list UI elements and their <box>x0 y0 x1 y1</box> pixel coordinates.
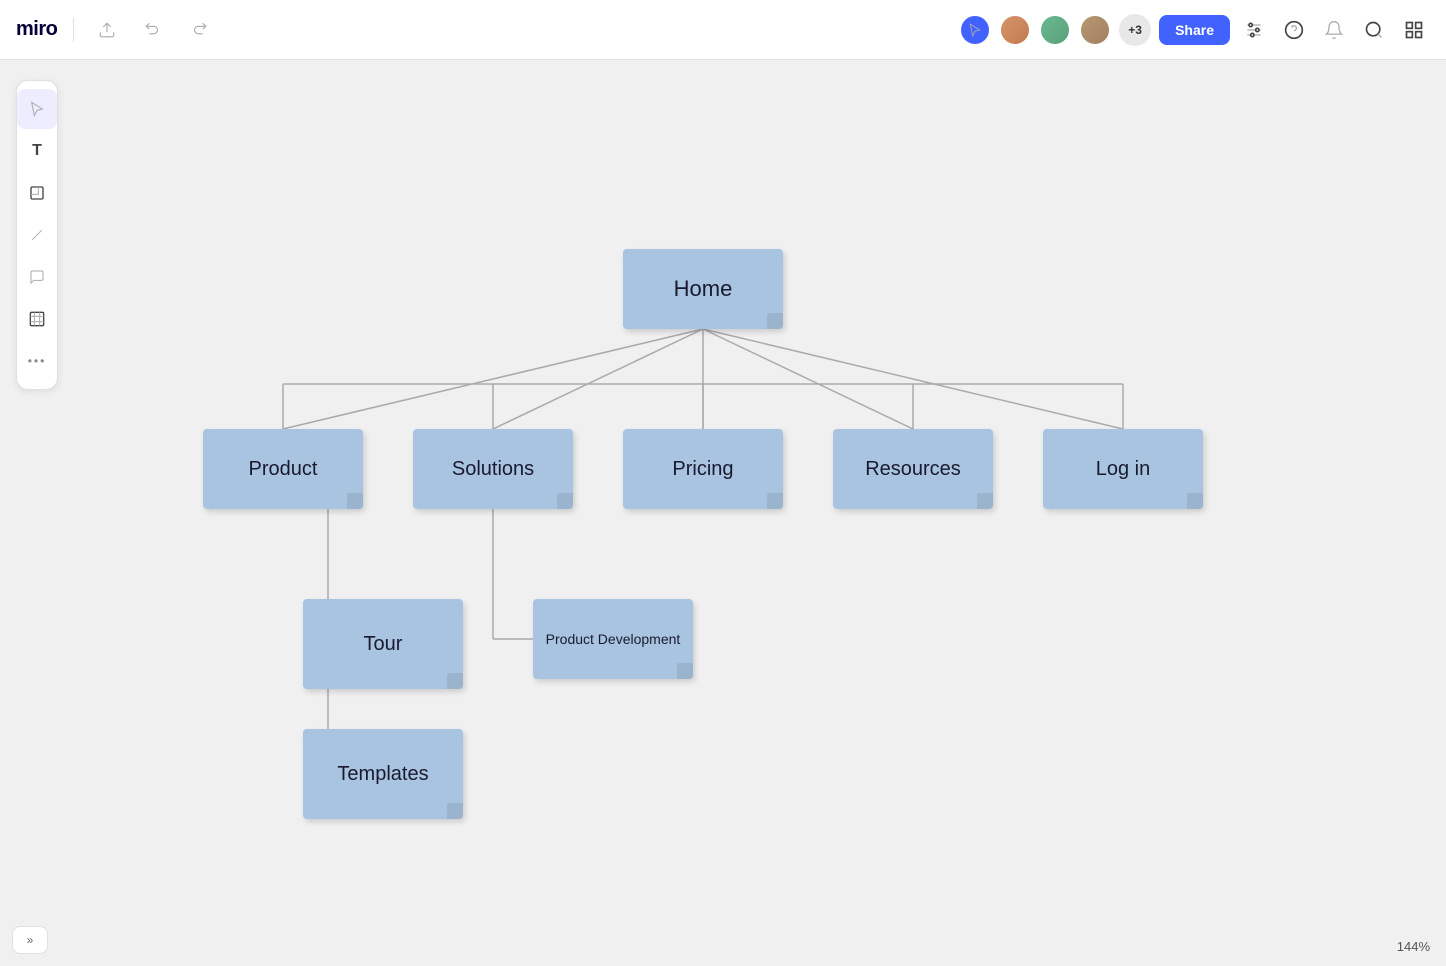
avatar-3 <box>1079 14 1111 46</box>
sticky-note-tool[interactable] <box>17 173 57 213</box>
node-solutions[interactable]: Solutions <box>413 429 573 509</box>
node-login[interactable]: Log in <box>1043 429 1203 509</box>
share-button[interactable]: Share <box>1159 15 1230 45</box>
node-home[interactable]: Home <box>623 249 783 329</box>
text-tool[interactable]: T <box>17 131 57 171</box>
search-button[interactable] <box>1358 14 1390 46</box>
node-resources[interactable]: Resources <box>833 429 993 509</box>
avatar-count: +3 <box>1119 14 1151 46</box>
avatar-1 <box>999 14 1031 46</box>
node-product-dev[interactable]: Product Development <box>533 599 693 679</box>
canvas[interactable]: Home Product Solutions Pricing Resources… <box>0 60 1446 966</box>
topbar-left: miro <box>16 15 216 45</box>
diagram: Home Product Solutions Pricing Resources… <box>173 219 1273 919</box>
topbar-right: +3 Share <box>959 14 1430 46</box>
comment-tool[interactable] <box>17 257 57 297</box>
expand-panel-button[interactable]: » <box>12 926 48 954</box>
miro-logo: miro <box>16 18 57 41</box>
settings-button[interactable] <box>1238 14 1270 46</box>
line-tool[interactable] <box>17 215 57 255</box>
frame-tool[interactable] <box>17 299 57 339</box>
expand-icon: » <box>27 933 34 947</box>
left-toolbar: T ••• <box>16 80 58 390</box>
node-templates[interactable]: Templates <box>303 729 463 819</box>
select-tool[interactable] <box>17 89 57 129</box>
avatar-cursor <box>959 14 991 46</box>
board-button[interactable] <box>1398 14 1430 46</box>
node-tour[interactable]: Tour <box>303 599 463 689</box>
undo-button[interactable] <box>136 15 170 45</box>
help-button[interactable] <box>1278 14 1310 46</box>
node-product[interactable]: Product <box>203 429 363 509</box>
divider <box>73 18 74 42</box>
upload-button[interactable] <box>90 15 124 45</box>
zoom-indicator: 144% <box>1397 939 1430 954</box>
avatar-2 <box>1039 14 1071 46</box>
more-tool[interactable]: ••• <box>17 341 57 381</box>
node-pricing[interactable]: Pricing <box>623 429 783 509</box>
notifications-button[interactable] <box>1318 14 1350 46</box>
topbar: miro +3 Share <box>0 0 1446 60</box>
redo-button[interactable] <box>182 15 216 45</box>
